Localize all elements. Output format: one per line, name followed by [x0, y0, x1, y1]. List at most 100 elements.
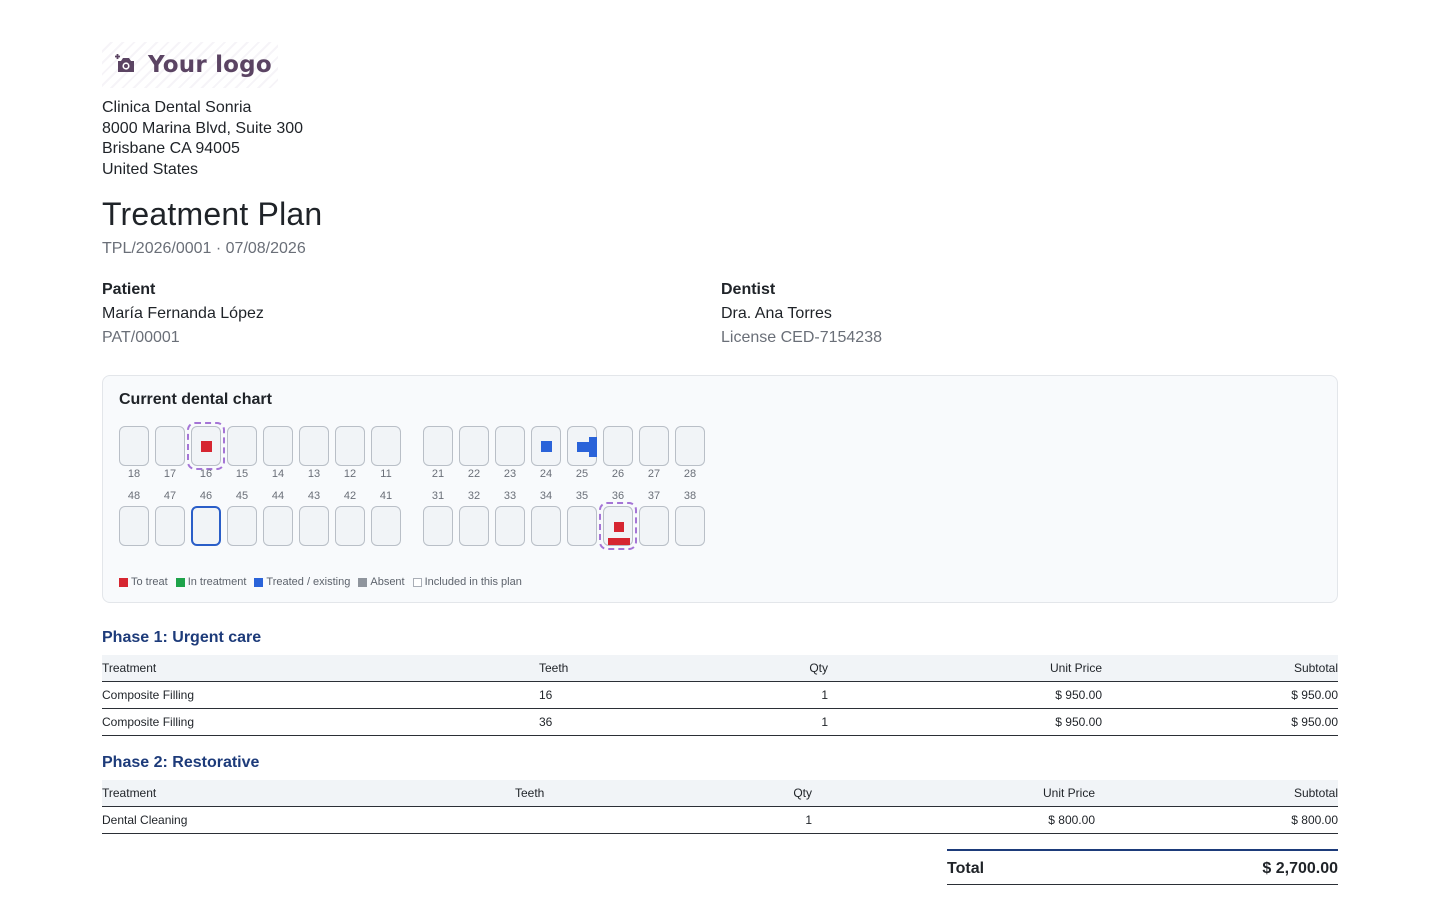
tooth-45[interactable] — [227, 506, 257, 546]
patient-block: Patient María Fernanda López PAT/00001 — [102, 281, 264, 353]
tooth-number-12: 12 — [343, 468, 357, 480]
tooth-number-48: 48 — [127, 490, 141, 502]
tooth-number-21: 21 — [431, 468, 445, 480]
table-header: Treatment Teeth Qty Unit Price Subtotal — [102, 780, 1338, 807]
document-reference: TPL/2026/0001 · 07/08/2026 — [102, 240, 306, 257]
tooth-41[interactable] — [371, 506, 401, 546]
tooth-47[interactable] — [155, 506, 185, 546]
page-title: Treatment Plan — [102, 196, 323, 232]
tooth-18[interactable] — [119, 426, 149, 466]
to-treat-marker — [608, 538, 630, 545]
company-address-line1: 8000 Marina Blvd, Suite 300 — [102, 119, 304, 137]
tooth-13[interactable] — [299, 426, 329, 466]
tooth-48[interactable] — [119, 506, 149, 546]
cell-unit-price: $ 950.00 — [1055, 715, 1102, 729]
tooth-43[interactable] — [299, 506, 329, 546]
total-value: $ 2,700.00 — [1262, 860, 1338, 877]
cell-qty: 1 — [805, 813, 812, 827]
company-logo: Your logo — [102, 42, 278, 88]
total-label: Total — [947, 860, 985, 877]
tooth-25[interactable] — [567, 426, 597, 466]
tooth-36[interactable] — [599, 502, 637, 550]
tooth-44[interactable] — [263, 506, 293, 546]
cell-qty: 1 — [821, 715, 828, 729]
col-treatment: Treatment — [102, 786, 157, 800]
tooth-number-27: 27 — [647, 468, 661, 480]
tooth-number-42: 42 — [343, 490, 357, 502]
tooth-number-36: 36 — [611, 490, 625, 502]
tooth-27[interactable] — [639, 426, 669, 466]
tooth-number-25: 25 — [575, 468, 589, 480]
tooth-number-38: 38 — [683, 490, 697, 502]
legend-swatch — [254, 577, 264, 587]
tooth-21[interactable] — [423, 426, 453, 466]
tooth-34[interactable] — [531, 506, 561, 546]
tooth-16[interactable] — [187, 422, 225, 470]
phase-1-title: Phase 1: Urgent care — [102, 629, 262, 646]
col-subtotal: Subtotal — [1293, 661, 1338, 675]
cell-teeth: 36 — [539, 715, 553, 729]
legend-label: Treated / existing — [266, 576, 351, 588]
legend-swatch — [119, 577, 128, 587]
tooth-28[interactable] — [675, 426, 705, 466]
col-teeth: Teeth — [539, 661, 569, 675]
tooth-38[interactable] — [675, 506, 705, 546]
legend-label: In treatment — [187, 576, 247, 588]
col-unit-price: Unit Price — [1042, 786, 1095, 800]
tooth-number-45: 45 — [235, 490, 249, 502]
tooth-17[interactable] — [155, 426, 185, 466]
company-country: United States — [102, 160, 199, 178]
tooth-46[interactable] — [191, 506, 221, 546]
tooth-37[interactable] — [639, 506, 669, 546]
tooth-24[interactable] — [531, 426, 561, 466]
tooth-35[interactable] — [567, 506, 597, 546]
total-row: Total $ 2,700.00 — [947, 849, 1338, 885]
cell-treatment: Dental Cleaning — [102, 813, 188, 827]
treated-marker — [589, 437, 597, 457]
phase-2-title: Phase 2: Restorative — [102, 754, 260, 771]
tooth-number-47: 47 — [163, 490, 177, 502]
dental-chart-legend: To treat In treatment Treated / existing Ab… — [119, 576, 530, 588]
tooth-number-22: 22 — [467, 468, 481, 480]
table-row: Composite Filling 16 1 $ 950.00 $ 950.00 — [102, 682, 1338, 709]
dental-chart-panel: Current dental chart 18 17 16 15 14 13 12 11 21 2… — [102, 375, 1338, 603]
tooth-15[interactable] — [227, 426, 257, 466]
phase-2-table: Treatment Teeth Qty Unit Price Subtotal … — [102, 780, 1338, 834]
dentist-label: Dentist — [721, 281, 776, 298]
logo-text: Your logo — [148, 52, 272, 78]
tooth-number-37: 37 — [647, 490, 661, 502]
patient-label: Patient — [102, 281, 156, 298]
legend-label: To treat — [131, 576, 168, 588]
legend-item: Absent — [358, 576, 405, 588]
tooth-number-43: 43 — [307, 490, 321, 502]
legend-item: Treated / existing — [254, 576, 350, 588]
table-header: Treatment Teeth Qty Unit Price Subtotal — [102, 655, 1338, 682]
legend-swatch — [412, 577, 422, 587]
tooth-42[interactable] — [335, 506, 365, 546]
col-unit-price: Unit Price — [1049, 661, 1102, 675]
tooth-number-44: 44 — [271, 490, 285, 502]
tooth-number-32: 32 — [467, 490, 481, 502]
cell-treatment: Composite Filling — [102, 688, 195, 702]
dental-chart-title: Current dental chart — [119, 391, 272, 408]
tooth-33[interactable] — [495, 506, 525, 546]
tooth-23[interactable] — [495, 426, 525, 466]
legend-label: Included in this plan — [424, 576, 522, 588]
cell-subtotal: $ 950.00 — [1291, 688, 1338, 702]
tooth-14[interactable] — [263, 426, 293, 466]
tooth-12[interactable] — [335, 426, 365, 466]
tooth-number-14: 14 — [271, 468, 285, 480]
patient-id: PAT/00001 — [102, 329, 180, 346]
tooth-number-31: 31 — [431, 490, 445, 502]
tooth-26[interactable] — [603, 426, 633, 466]
table-row: Composite Filling 36 1 $ 950.00 $ 950.00 — [102, 709, 1338, 736]
tooth-32[interactable] — [459, 506, 489, 546]
cell-subtotal: $ 800.00 — [1291, 813, 1338, 827]
treated-marker — [541, 441, 552, 452]
tooth-31[interactable] — [423, 506, 453, 546]
treated-marker — [577, 442, 589, 452]
tooth-22[interactable] — [459, 426, 489, 466]
tooth-number-35: 35 — [575, 490, 589, 502]
tooth-11[interactable] — [371, 426, 401, 466]
cell-teeth: 16 — [539, 688, 553, 702]
